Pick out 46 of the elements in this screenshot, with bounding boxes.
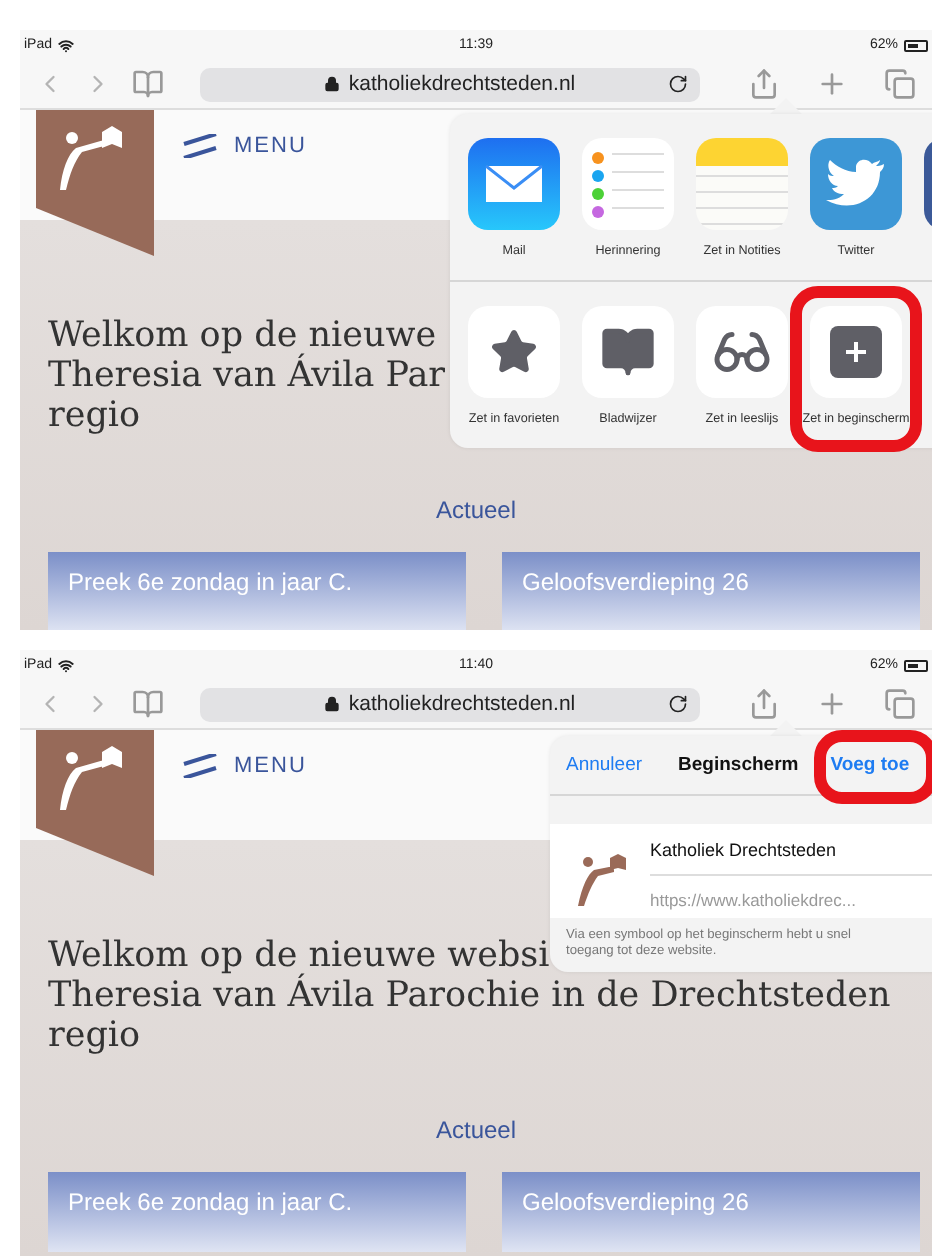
reload-icon[interactable] [668, 693, 688, 713]
menu-icon [182, 754, 218, 778]
share-icon[interactable] [748, 688, 780, 720]
share-icon[interactable] [748, 68, 780, 100]
menu-icon [182, 134, 218, 158]
logo-drawing[interactable] [36, 730, 154, 876]
battery-icon [904, 659, 928, 671]
add-button[interactable]: Voeg toe [830, 754, 910, 776]
headline-line: Theresia van Ávila Par [48, 356, 446, 396]
bird-icon[interactable] [810, 138, 902, 230]
reload-icon[interactable] [668, 73, 688, 93]
address-field[interactable]: katholiekdrechtsteden.nl [200, 687, 700, 721]
section-heading[interactable]: Actueel [435, 1116, 517, 1144]
menu-link[interactable]: MENU [182, 730, 307, 802]
bookmark-url: https://www.katholiekdrec... [650, 888, 858, 910]
new-tab-icon[interactable] [816, 688, 848, 720]
reminders-icon[interactable] [582, 138, 674, 230]
lock-icon [324, 696, 341, 712]
menu-link[interactable]: MENU [182, 110, 307, 182]
tabs-icon[interactable] [884, 68, 916, 100]
bookmark-name[interactable]: Katholiek Drechtsteden [650, 830, 932, 876]
sheet-title: Beginscherm [678, 754, 799, 776]
menu-label[interactable]: MENU [234, 134, 307, 158]
tabs-icon[interactable] [884, 688, 916, 720]
battery-icon [904, 39, 928, 51]
headline-line: Welkom op de nieuwe websi [48, 936, 550, 976]
headline-line: Theresia van Ávila Parochie in de Drechtsteden [48, 976, 891, 1016]
wifi-icon [58, 37, 75, 53]
cancel-button[interactable]: Annuleer [566, 754, 643, 776]
glasses-icon[interactable] [696, 306, 788, 398]
headline-line: regio [48, 396, 141, 436]
headline-line: Welkom op de nieuwe [48, 316, 437, 356]
bookmarks-icon[interactable] [132, 68, 164, 100]
address-field[interactable]: katholiekdrechtsteden.nl [200, 67, 700, 101]
mail-icon[interactable] [468, 138, 560, 230]
lock-icon [324, 76, 341, 92]
new-tab-icon[interactable] [816, 68, 848, 100]
notes-icon[interactable] [696, 138, 788, 230]
headline-line: regio [48, 1016, 141, 1056]
book-icon[interactable] [582, 306, 674, 398]
menu-label[interactable]: MENU [234, 754, 307, 778]
wifi-icon [58, 657, 75, 673]
add-icon[interactable] [810, 306, 902, 398]
bookmarks-icon[interactable] [132, 688, 164, 720]
section-heading[interactable]: Actueel [435, 496, 517, 524]
logo-drawing[interactable] [36, 110, 154, 256]
